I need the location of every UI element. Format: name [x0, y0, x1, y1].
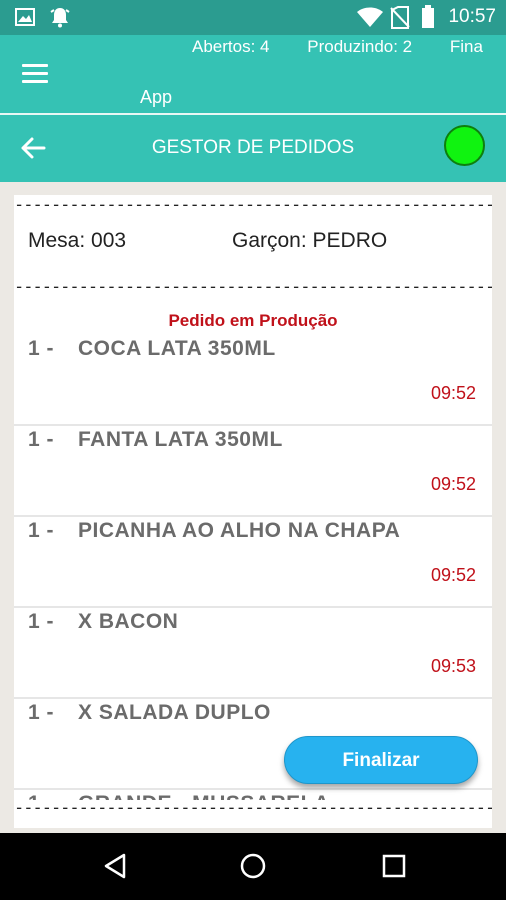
bell-icon	[50, 8, 70, 28]
item-time: 09:53	[430, 656, 476, 676]
item-name: FANTA LATA 350ML	[78, 428, 283, 451]
item-quantity: 1 -	[28, 701, 55, 724]
status-bar: 10:57	[0, 0, 506, 35]
order-item[interactable]: 1 - FANTA LATA 350ML 09:52	[14, 426, 492, 517]
order-counters: Abertos: 4 Produzindo: 2 Fina	[192, 37, 506, 57]
item-quantity: 1 -	[28, 337, 55, 360]
app-title: App	[140, 87, 173, 107]
dashed-separator: ----------------------------------------…	[14, 195, 492, 214]
wifi-icon	[357, 7, 383, 27]
item-quantity: 1 -	[28, 610, 55, 633]
order-item[interactable]: 1 - X BACON 09:53	[14, 608, 492, 699]
table-number: Mesa: 003	[28, 229, 127, 252]
item-quantity: 1 -	[28, 428, 55, 451]
page-header: GESTOR DE PEDIDOS	[0, 115, 506, 182]
dashed-separator: ----------------------------------------…	[14, 279, 492, 295]
order-status-text: Pedido em Produção	[168, 311, 338, 330]
item-name: X SALADA DUPLO	[78, 701, 271, 724]
finish-button[interactable]: Finalizar	[284, 736, 478, 784]
item-quantity: 1 -	[28, 519, 55, 542]
app-bar: Abertos: 4 Produzindo: 2 Fina App	[0, 35, 506, 114]
no-sim-icon	[390, 6, 410, 29]
item-name: PICANHA AO ALHO NA CHAPA	[78, 519, 401, 542]
home-nav-icon[interactable]	[238, 851, 268, 881]
page-title: GESTOR DE PEDIDOS	[151, 137, 355, 158]
counter-producing[interactable]: Produzindo: 2	[307, 37, 412, 56]
battery-icon	[422, 5, 434, 28]
back-nav-icon[interactable]	[100, 851, 130, 881]
menu-icon[interactable]	[22, 64, 48, 84]
item-name: COCA LATA 350ML	[78, 337, 276, 360]
connection-status-indicator	[444, 125, 485, 166]
order-ticket: ----------------------------------------…	[14, 195, 492, 828]
item-time: 09:52	[430, 474, 476, 494]
counter-open[interactable]: Abertos: 4	[192, 37, 270, 56]
order-item[interactable]: 1 - COCA LATA 350ML 09:52	[14, 335, 492, 426]
dashed-separator: ----------------------------------------…	[14, 800, 492, 816]
order-item[interactable]: 1 - PICANHA AO ALHO NA CHAPA 09:52	[14, 517, 492, 608]
recents-nav-icon[interactable]	[380, 851, 408, 881]
item-time: 09:52	[430, 565, 476, 585]
navigation-bar	[0, 833, 506, 900]
order-info: Mesa: 003 Garçon: PEDRO	[14, 213, 492, 279]
clock-time: 10:57	[448, 6, 496, 27]
item-name: X BACON	[78, 610, 179, 633]
image-icon	[15, 8, 35, 26]
waiter-name: Garçon: PEDRO	[232, 229, 388, 252]
counter-finished[interactable]: Fina	[450, 37, 483, 56]
item-time: 09:52	[430, 383, 476, 403]
